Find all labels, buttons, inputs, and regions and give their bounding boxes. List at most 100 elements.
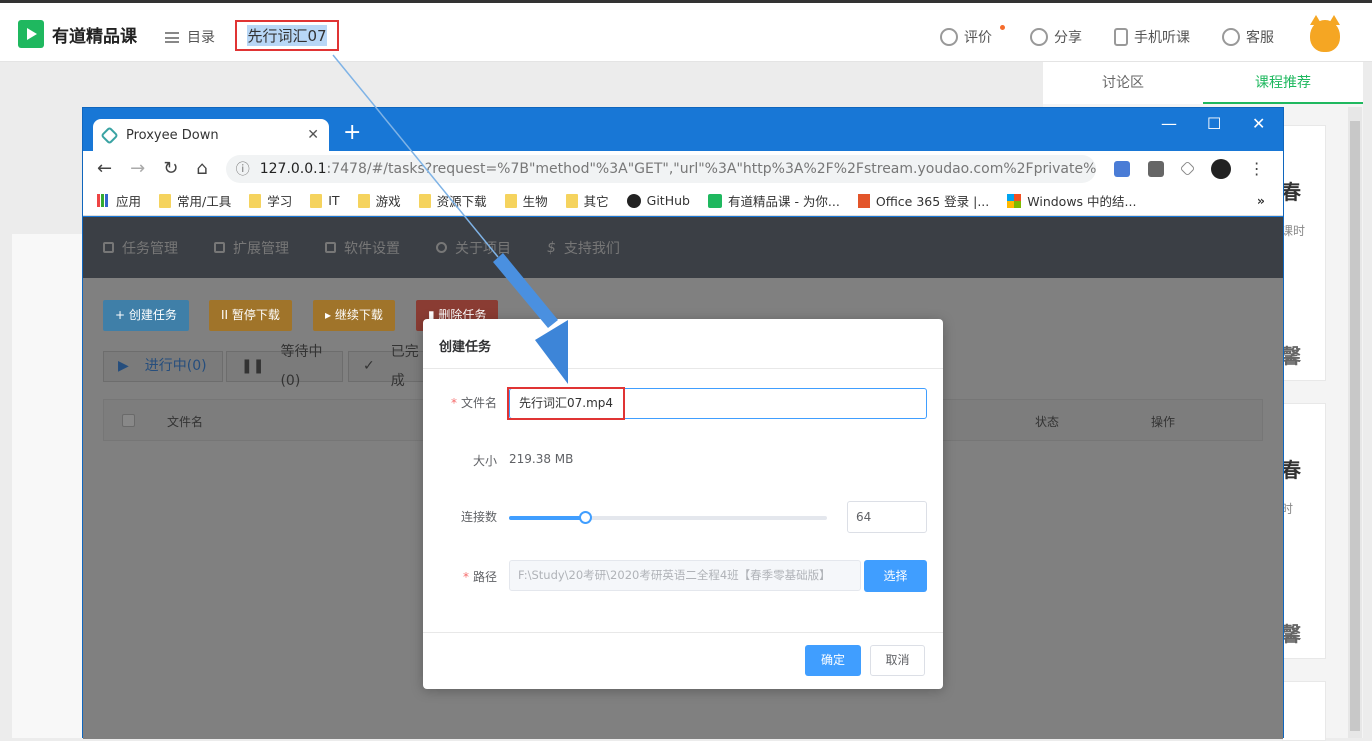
connections-slider-handle[interactable] xyxy=(579,511,592,524)
nav-about[interactable]: 关于项目 xyxy=(436,238,511,258)
tab-discussion[interactable]: 讨论区 xyxy=(1043,62,1203,104)
youdao-icon xyxy=(707,193,722,208)
share-button[interactable]: 分享 xyxy=(1030,27,1082,47)
folder-icon xyxy=(159,193,172,208)
nav-label: 任务管理 xyxy=(122,240,178,257)
connections-input[interactable]: 64 xyxy=(847,501,927,533)
column-filename: 文件名 xyxy=(167,415,204,429)
home-icon[interactable]: ⌂ xyxy=(196,158,207,179)
office-icon xyxy=(857,193,870,208)
url-path: :7478/#/tasks?request=%7B"method"%3A"GET… xyxy=(326,160,1096,177)
bookmark-label: 生物 xyxy=(522,194,548,209)
bookmark-folder[interactable]: 游戏 xyxy=(357,191,401,210)
choose-path-button[interactable]: 选择 xyxy=(864,560,927,592)
mobile-listen-button[interactable]: 手机听课 xyxy=(1114,27,1190,47)
translate-extension-icon[interactable] xyxy=(1113,160,1130,177)
nav-task-management[interactable]: 任务管理 xyxy=(103,238,178,258)
rate-button[interactable]: 评价 xyxy=(940,25,1005,47)
pause-download-button[interactable]: II 暂停下载 xyxy=(209,300,292,331)
tab-in-progress[interactable]: ▶ 进行中(0) xyxy=(103,351,223,382)
bookmark-folder[interactable]: IT xyxy=(310,193,340,208)
rate-label: 评价 xyxy=(964,30,992,46)
cursor-extension-icon[interactable] xyxy=(1179,160,1195,177)
nav-extension-management[interactable]: 扩展管理 xyxy=(214,238,289,258)
recommend-card[interactable]: 春 课时 馨 xyxy=(1281,125,1326,381)
forward-icon[interactable]: → xyxy=(130,158,145,179)
fox-avatar[interactable] xyxy=(1310,15,1340,52)
tab-label: 进行中(0) xyxy=(144,358,207,374)
play-icon: ▶ xyxy=(118,358,129,374)
nav-label: 关于项目 xyxy=(455,240,511,257)
scrollbar-thumb[interactable] xyxy=(1350,121,1360,731)
new-tab-button[interactable]: + xyxy=(343,120,361,145)
tab-waiting[interactable]: ❚❚ 等待中(0) xyxy=(226,344,343,389)
nav-label: 支持我们 xyxy=(563,240,620,257)
bookmark-office[interactable]: Office 365 登录 |... xyxy=(857,191,989,210)
minimize-icon[interactable]: — xyxy=(1161,114,1177,133)
cancel-button[interactable]: 取消 xyxy=(870,645,925,676)
bookmark-folder[interactable]: 学习 xyxy=(249,191,292,210)
page-scrollbar[interactable] xyxy=(1348,107,1362,738)
site-logo[interactable]: 有道精品课 xyxy=(18,20,137,48)
browser-tab[interactable]: Proxyee Down ✕ xyxy=(93,119,329,151)
back-icon[interactable]: ← xyxy=(97,158,112,179)
bookmark-label: 有道精品课 - 为你... xyxy=(727,194,840,209)
dialog-footer-divider xyxy=(423,632,943,633)
bookmark-folder[interactable]: 生物 xyxy=(504,191,548,210)
windows-icon xyxy=(1007,193,1022,208)
create-task-button[interactable]: + 创建任务 xyxy=(103,300,189,331)
download-extension-icon[interactable] xyxy=(1147,160,1164,177)
card-subtitle-fragment: 课时 xyxy=(1281,224,1306,238)
task-icon xyxy=(103,242,114,253)
customer-service-button[interactable]: 客服 xyxy=(1222,27,1274,47)
more-bookmarks-button[interactable]: » xyxy=(1257,193,1265,208)
card-title-fragment: 春 xyxy=(1281,180,1301,204)
profile-avatar-icon[interactable] xyxy=(1210,158,1231,179)
folder-icon xyxy=(310,193,323,208)
bookmark-youdao[interactable]: 有道精品课 - 为你... xyxy=(707,191,840,210)
nav-label: 软件设置 xyxy=(344,240,400,257)
nav-support[interactable]: $ 支持我们 xyxy=(547,238,620,258)
bookmark-label: Windows 中的结... xyxy=(1027,194,1137,209)
play-logo-icon xyxy=(18,20,44,48)
app-nav: 任务管理 扩展管理 软件设置 关于项目 $ 支持我们 xyxy=(83,217,1283,278)
card-footer-fragment: 馨 xyxy=(1281,344,1301,368)
bookmark-folder[interactable]: 常用/工具 xyxy=(159,191,231,210)
card-footer-fragment: 馨 xyxy=(1281,622,1301,646)
menu-dots-icon[interactable]: ⋮ xyxy=(1249,159,1265,178)
select-all-checkbox[interactable] xyxy=(122,414,135,427)
url-text: 127.0.0.1:7478/#/tasks?request=%7B"metho… xyxy=(260,161,1096,177)
connections-slider-fill xyxy=(509,516,585,520)
folder-icon xyxy=(249,193,262,208)
dialog-title: 创建任务 xyxy=(423,319,943,369)
hamburger-icon xyxy=(165,31,179,43)
share-label: 分享 xyxy=(1054,30,1082,46)
site-header: 有道精品课 目录 先行词汇07 评价 分享 手机听课 客服 xyxy=(0,0,1372,62)
info-icon[interactable]: ⓘ xyxy=(236,159,250,179)
notification-dot xyxy=(1000,25,1005,30)
maximize-icon[interactable]: ☐ xyxy=(1207,114,1221,133)
address-bar[interactable]: ⓘ 127.0.0.1:7478/#/tasks?request=%7B"met… xyxy=(225,154,1096,183)
bookmark-apps[interactable]: 应用 xyxy=(97,191,141,210)
tab-recommend[interactable]: 课程推荐 xyxy=(1203,62,1363,104)
close-tab-icon[interactable]: ✕ xyxy=(307,127,319,143)
comment-icon xyxy=(940,28,958,46)
reload-icon[interactable]: ↻ xyxy=(163,158,178,179)
close-window-icon[interactable]: ✕ xyxy=(1252,114,1265,133)
recommend-card[interactable] xyxy=(1282,681,1326,741)
resume-download-button[interactable]: ▸ 继续下载 xyxy=(313,300,395,331)
nav-settings[interactable]: 软件设置 xyxy=(325,238,400,258)
bookmark-github[interactable]: GitHub xyxy=(626,193,690,208)
card-title-fragment: 春 xyxy=(1281,458,1301,482)
bookmark-folder[interactable]: 资源下载 xyxy=(418,191,487,210)
bookmarks-bar: 应用 常用/工具 学习 IT 游戏 资源下载 生物 其它 GitHub 有道精品… xyxy=(83,186,1283,216)
bookmark-folder[interactable]: 其它 xyxy=(565,191,609,210)
bookmark-windows[interactable]: Windows 中的结... xyxy=(1007,191,1136,210)
bookmark-label: IT xyxy=(328,193,340,208)
proxyee-favicon-icon xyxy=(100,125,119,145)
folder-icon xyxy=(357,193,370,208)
catalog-menu-button[interactable]: 目录 xyxy=(165,27,215,47)
bookmark-label: 游戏 xyxy=(375,194,401,209)
confirm-button[interactable]: 确定 xyxy=(805,645,861,676)
recommend-card[interactable]: 春 时 馨 xyxy=(1281,403,1326,659)
